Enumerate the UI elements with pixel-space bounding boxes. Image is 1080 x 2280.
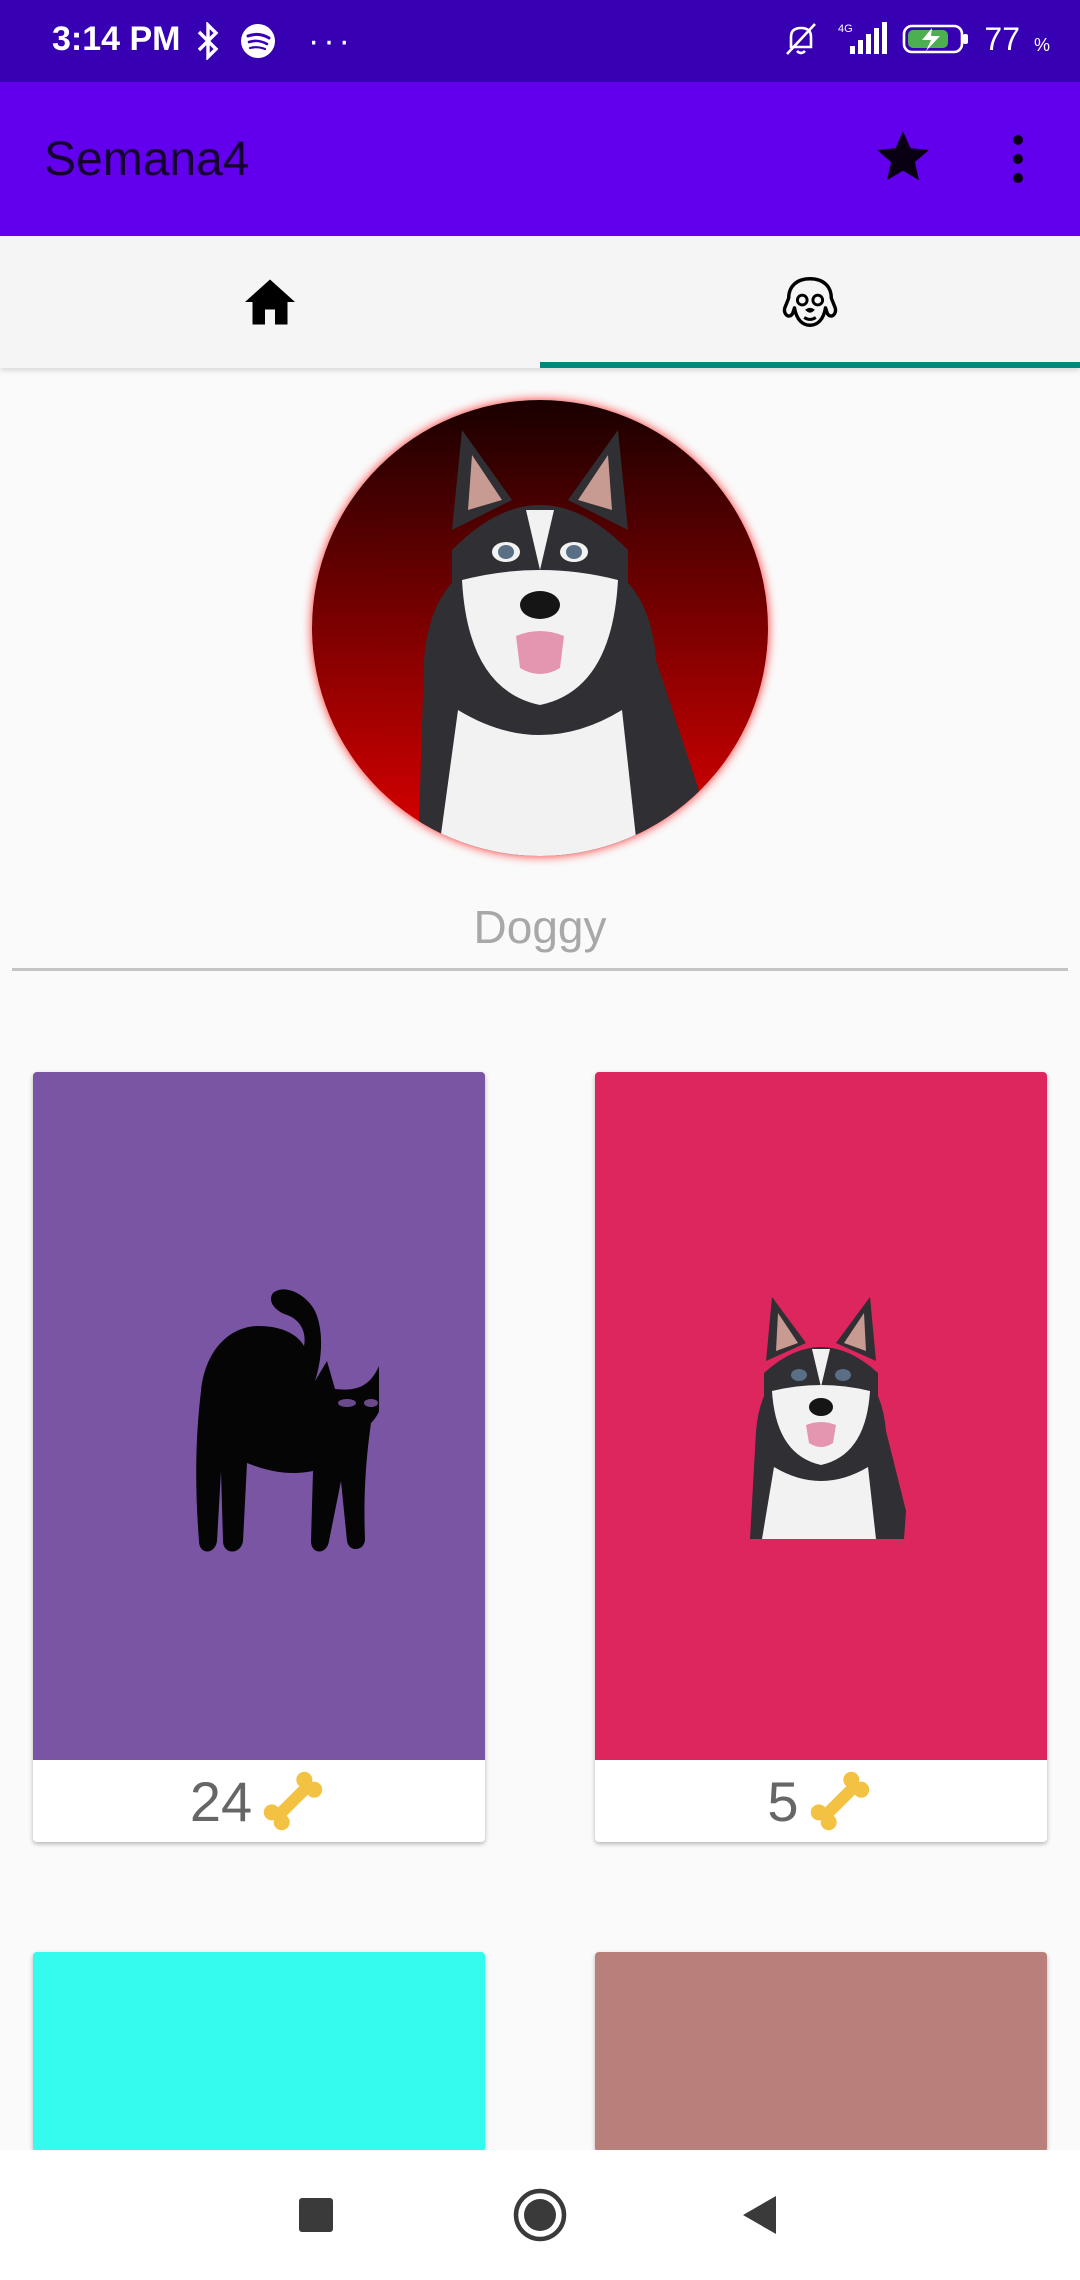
app-title: Semana4 — [44, 133, 250, 186]
battery-level: 77 — [984, 20, 1020, 57]
spotify-icon — [241, 24, 275, 58]
like-count: 5 — [767, 1769, 799, 1833]
star-icon[interactable] — [872, 126, 934, 188]
notifications-muted-icon — [786, 23, 817, 55]
recent-apps-icon — [299, 2198, 333, 2232]
card-image — [33, 1952, 485, 2152]
home-icon — [245, 279, 295, 325]
battery-charging-icon — [903, 24, 969, 54]
pet-card[interactable]: 5 — [595, 1072, 1047, 1842]
tab-indicator — [540, 362, 1080, 368]
status-time: 3:14 PM — [52, 20, 181, 58]
pet-card[interactable] — [33, 1952, 485, 2152]
more-notifications-indicator: ··· — [308, 22, 354, 60]
like-count: 24 — [189, 1769, 253, 1833]
app-bar: Semana4 — [0, 82, 1080, 236]
bone-icon — [263, 1771, 323, 1831]
husky-avatar — [312, 400, 768, 856]
profile-divider — [12, 968, 1068, 971]
tab-profile[interactable] — [540, 236, 1080, 368]
battery-unit: % — [1033, 34, 1050, 55]
recent-apps-button[interactable] — [281, 2180, 351, 2250]
black-cat-icon — [196, 1289, 379, 1552]
status-left-icons: ··· — [196, 22, 354, 60]
svg-text:4G: 4G — [838, 23, 853, 35]
signal-4g-icon: 4G — [838, 22, 888, 54]
bluetooth-icon — [197, 22, 219, 60]
tab-home[interactable] — [0, 236, 540, 368]
pet-card[interactable] — [595, 1952, 1047, 2152]
home-button[interactable] — [505, 2180, 575, 2250]
card-image — [595, 1952, 1047, 2152]
status-right-icons: 4G 77 % — [782, 20, 1050, 58]
pet-card[interactable]: 24 — [33, 1072, 485, 1842]
status-bar: 3:14 PM ··· 4G 77 % — [0, 0, 1080, 82]
husky-icon — [750, 1297, 906, 1539]
bone-icon — [810, 1771, 869, 1831]
back-button[interactable] — [725, 2180, 795, 2250]
home-circle-icon — [513, 2188, 567, 2242]
card-image — [595, 1072, 1047, 1760]
profile-name: Doggy — [473, 901, 607, 953]
dog-face-icon — [782, 277, 838, 327]
husky-avatar-image — [312, 400, 768, 856]
card-footer: 24 — [33, 1760, 485, 1842]
card-image — [33, 1072, 485, 1760]
back-icon — [743, 2196, 776, 2234]
card-footer: 5 — [595, 1760, 1047, 1842]
tab-bar — [0, 236, 1080, 368]
navigation-bar — [0, 2150, 1080, 2280]
more-vert-icon[interactable] — [1000, 132, 1036, 186]
